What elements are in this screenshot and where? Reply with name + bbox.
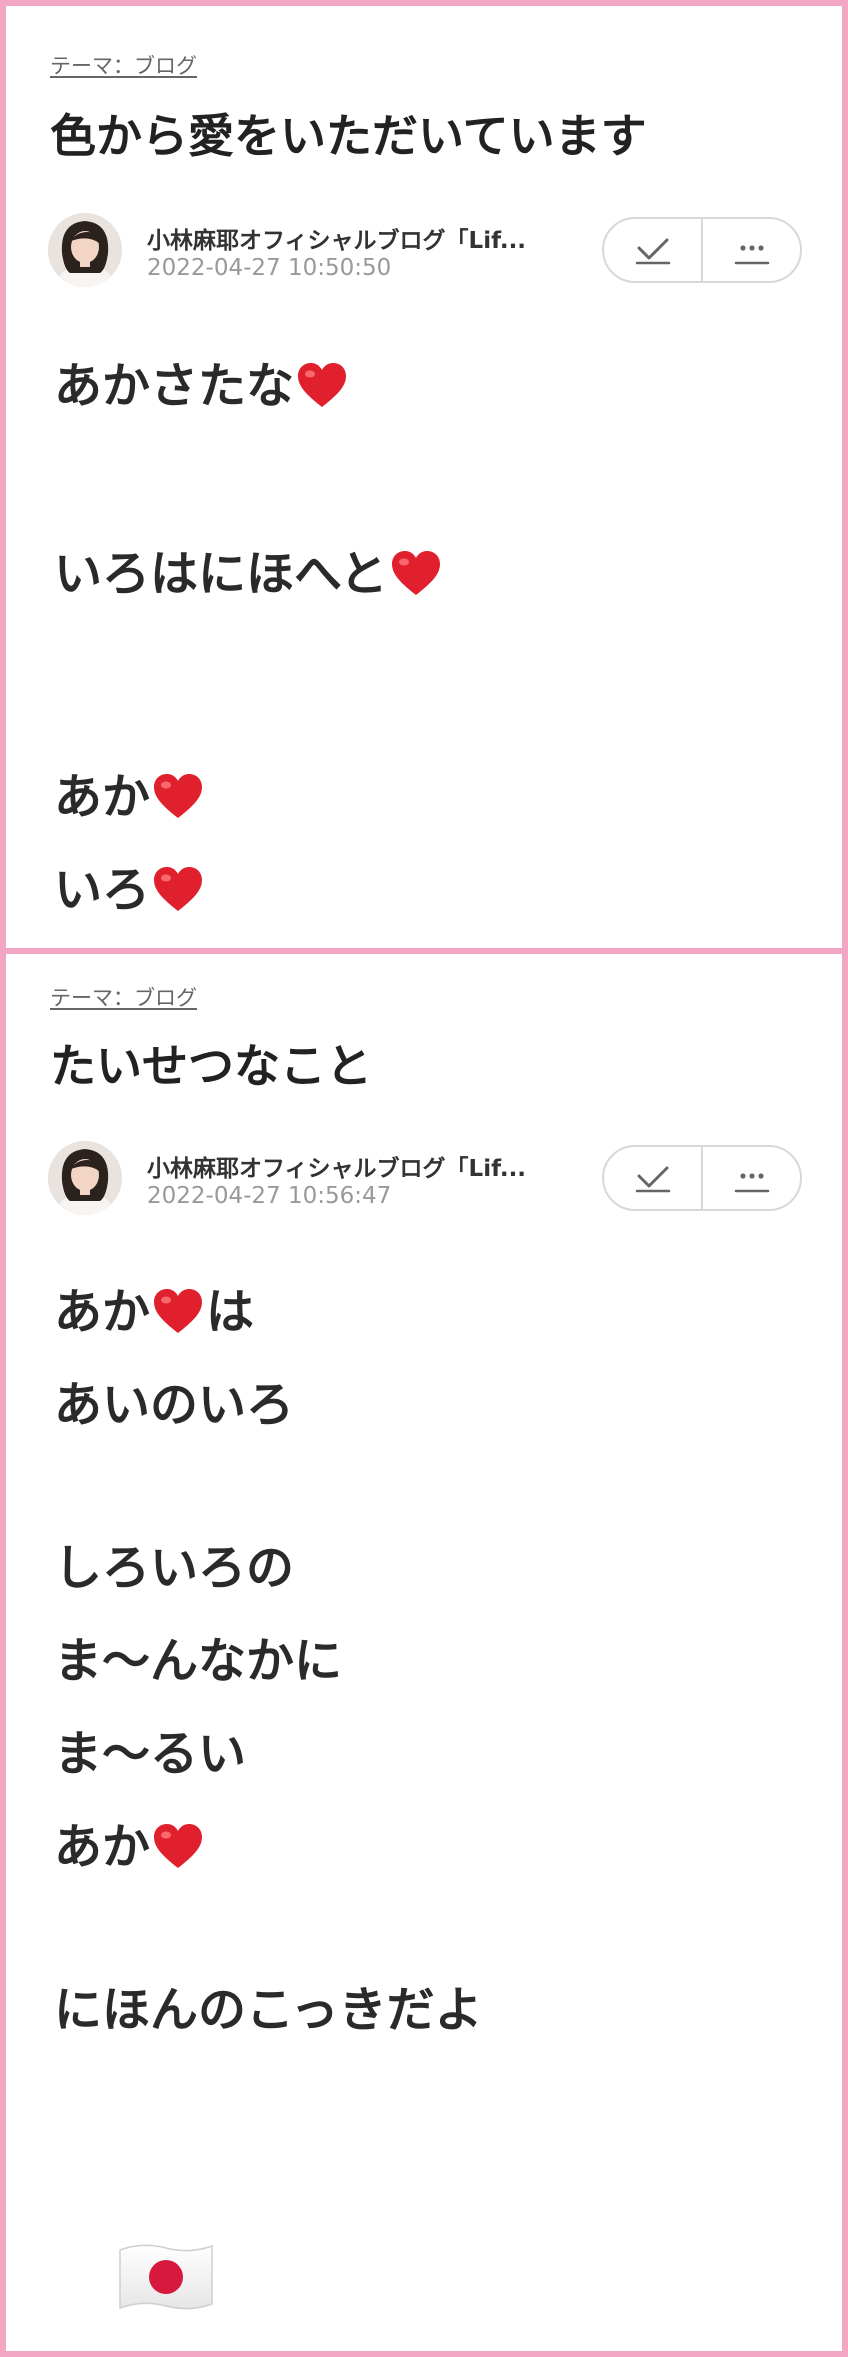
body-line: あか bbox=[54, 1823, 206, 1874]
author-row: 小林麻耶オフィシャルブログ「Lif... 2022-04-27 10:56:47 bbox=[48, 1141, 802, 1221]
japan-flag-icon bbox=[116, 2240, 216, 2318]
body-line: あかは bbox=[54, 1288, 254, 1339]
avatar[interactable] bbox=[48, 213, 122, 287]
body-line: ま〜んなかに bbox=[54, 1637, 342, 1685]
body-line: あか bbox=[54, 773, 206, 824]
body-text: あかさたな bbox=[54, 358, 295, 414]
blog-post: テーマ：ブログ たいせつなこと 小林麻耶オフィシャルブログ「Lif... 202… bbox=[6, 954, 842, 2351]
check-button[interactable] bbox=[604, 219, 701, 281]
more-icon bbox=[734, 1173, 769, 1193]
body-line: ま〜るい bbox=[54, 1730, 246, 1778]
more-button[interactable] bbox=[701, 1147, 800, 1209]
check-icon bbox=[635, 1166, 670, 1193]
author-name[interactable]: 小林麻耶オフィシャルブログ「Lif... bbox=[147, 221, 526, 255]
body-text: ま〜るい bbox=[54, 1726, 247, 1782]
theme-link[interactable]: テーマ：ブログ bbox=[50, 50, 197, 80]
heart-icon bbox=[391, 551, 440, 595]
body-line: あいのいろ bbox=[54, 1381, 294, 1429]
check-icon bbox=[635, 238, 670, 265]
author-row: 小林麻耶オフィシャルブログ「Lif... 2022-04-27 10:50:50 bbox=[48, 213, 802, 293]
heart-icon bbox=[298, 363, 347, 407]
post-actions bbox=[602, 1145, 802, 1211]
body-text: あいのいろ bbox=[54, 1377, 295, 1433]
heart-icon bbox=[154, 1824, 203, 1868]
post-title: 色から愛をいただいています bbox=[50, 109, 647, 163]
body-text-suffix: は bbox=[206, 1284, 255, 1340]
body-line: いろ bbox=[54, 866, 206, 917]
body-text: にほんのこっきだよ bbox=[54, 1982, 483, 2038]
heart-icon bbox=[154, 867, 203, 911]
body-line: いろはにほへと bbox=[54, 550, 444, 601]
post-actions bbox=[602, 217, 802, 283]
check-button[interactable] bbox=[604, 1147, 701, 1209]
more-icon bbox=[734, 245, 769, 265]
heart-icon bbox=[154, 1289, 203, 1333]
body-line: あかさたな bbox=[54, 362, 350, 413]
author-name[interactable]: 小林麻耶オフィシャルブログ「Lif... bbox=[147, 1149, 526, 1183]
theme-link[interactable]: テーマ：ブログ bbox=[50, 982, 197, 1012]
body-text: あか bbox=[54, 769, 151, 825]
body-text: あか bbox=[54, 1819, 151, 1875]
body-text: あか bbox=[54, 1284, 151, 1340]
avatar[interactable] bbox=[48, 1141, 122, 1215]
blog-post: テーマ：ブログ 色から愛をいただいています 小林麻耶オフィシャルブログ「Lif.… bbox=[6, 6, 842, 948]
post-date: 2022-04-27 10:50:50 bbox=[147, 255, 392, 281]
post-title: たいせつなこと bbox=[50, 1039, 372, 1093]
body-text: いろ bbox=[54, 862, 151, 918]
more-button[interactable] bbox=[701, 219, 800, 281]
body-text: いろはにほへと bbox=[54, 546, 388, 602]
heart-icon bbox=[154, 774, 203, 818]
post-date: 2022-04-27 10:56:47 bbox=[147, 1183, 392, 1209]
body-line: しろいろの bbox=[54, 1544, 294, 1592]
body-line: にほんのこっきだよ bbox=[54, 1986, 483, 2034]
body-text: ま〜んなかに bbox=[54, 1633, 343, 1689]
body-text: しろいろの bbox=[54, 1540, 295, 1596]
